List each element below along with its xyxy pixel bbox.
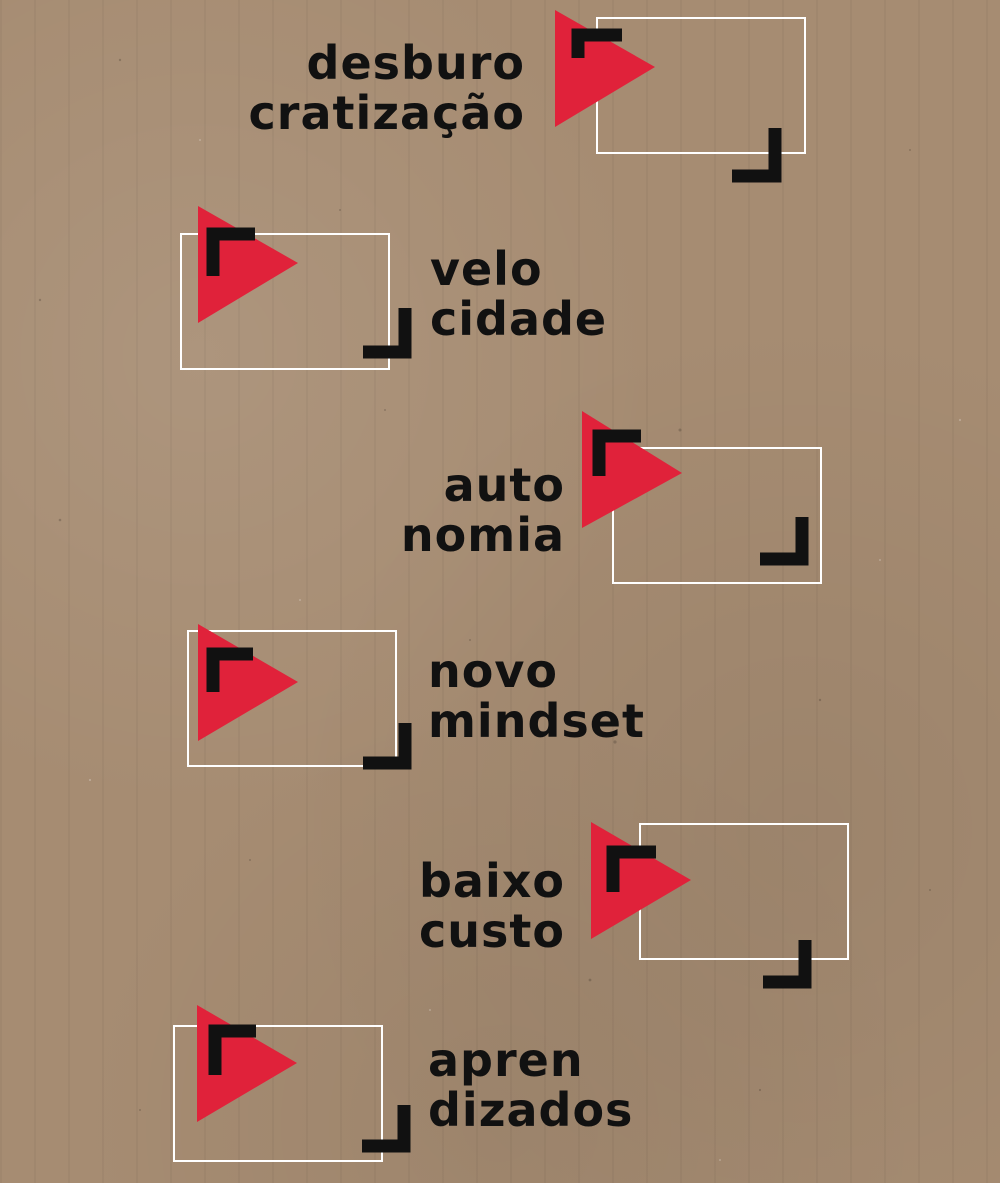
item-label-line2: custo (419, 904, 565, 958)
item-label: baixo custo (390, 856, 565, 956)
cardboard-poster: desburo cratização velo cidade auto nomi… (0, 0, 1000, 1183)
item-label-line2: mindset (428, 694, 645, 748)
item-label-line1: desburo (306, 36, 525, 90)
item-label-line1: auto (443, 458, 565, 512)
item-label: novo mindset (428, 646, 645, 746)
play-frame-icon (555, 10, 782, 183)
item-label-line2: cidade (430, 292, 608, 346)
item-label-line2: cratização (248, 86, 525, 140)
play-frame-icon (198, 206, 412, 359)
item-label: auto nomia (370, 460, 565, 560)
item-label-line2: dizados (428, 1083, 634, 1137)
item-label-line1: novo (428, 644, 558, 698)
paper-texture (38, 58, 962, 1161)
item-label: apren dizados (428, 1035, 633, 1135)
item-label: velo cidade (430, 244, 607, 344)
play-frame-icon (591, 822, 812, 989)
item-label: desburo cratização (200, 38, 525, 138)
item-label-line2: nomia (400, 508, 565, 562)
play-frame-icon (198, 624, 412, 770)
item-label-line1: velo (430, 242, 543, 296)
item-label-line1: apren (428, 1033, 584, 1087)
item-label-line1: baixo (418, 854, 565, 908)
play-frame-icon (582, 411, 809, 566)
play-frame-icon (197, 1005, 411, 1153)
